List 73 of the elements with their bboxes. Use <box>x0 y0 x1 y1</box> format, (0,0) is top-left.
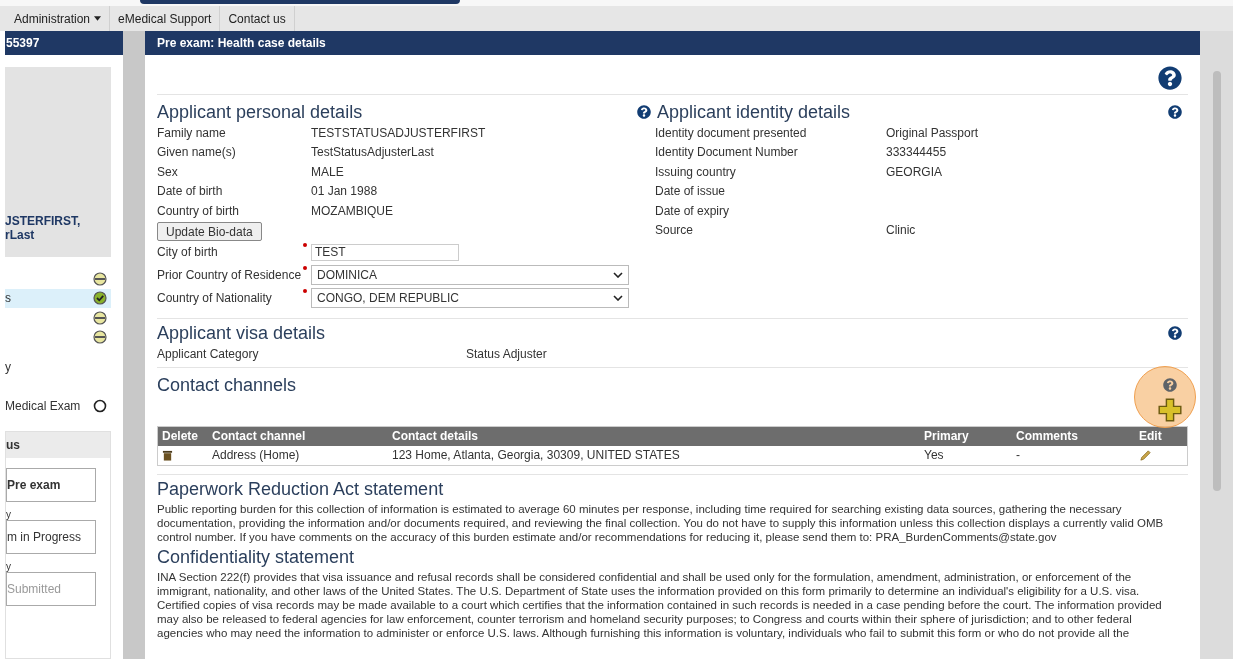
field-value: Original Passport <box>886 124 979 142</box>
column-header: Primary <box>923 428 970 445</box>
column-header: Contact details <box>391 428 479 445</box>
section-heading: Paperwork Reduction Act statement <box>157 477 445 500</box>
step-item[interactable]: y <box>5 347 111 386</box>
case-header: 55397 <box>5 31 123 55</box>
field-value: TestStatusAdjusterLast <box>311 144 434 162</box>
paperwork-statement: Public reporting burden for this collection of information is estimated to average 60 minutes per response, including time required for searching existing data sources, gathering the necessary documentation, providing the information and/or documents required, and reviewing the final collection. You do not have to supply this information unless this collection displays a currently valid OMB control number. If you have comments on the accuracy of this burden estimate and/or recommendations for reducing it, please send them to: PRA_BurdenComments@state.gov <box>157 501 1165 544</box>
field-value: TESTSTATUSADJUSTERFIRST <box>311 124 486 142</box>
status-header: us <box>6 432 110 458</box>
stage-box: Submitted <box>6 572 96 606</box>
section-heading: Applicant identity details <box>657 101 851 123</box>
section-heading: Applicant personal details <box>157 101 363 123</box>
city-input[interactable]: TEST <box>311 243 459 261</box>
column-header: Edit <box>1138 428 1163 445</box>
field-label: Sex <box>157 163 179 181</box>
help-icon[interactable] <box>1168 105 1182 119</box>
field-value: 01 Jan 1988 <box>311 183 378 201</box>
field-label: Date of issue <box>655 183 727 201</box>
pencil-icon[interactable] <box>1139 448 1152 462</box>
add-icon[interactable] <box>1158 397 1182 422</box>
required-mark-icon <box>303 265 307 270</box>
step-item[interactable]: s <box>5 288 111 308</box>
applicant-name: JSTERFIRST, rLast <box>5 214 82 242</box>
required-mark-icon <box>303 288 307 293</box>
help-icon[interactable] <box>637 105 651 119</box>
field-label: Prior Country of Residence <box>157 267 303 284</box>
column-header: Contact channel <box>211 428 307 445</box>
update-bio-data-button[interactable]: Update Bio-data <box>157 221 262 241</box>
section-heading: Confidentiality statement <box>157 545 356 568</box>
field-label: Given name(s) <box>157 144 237 162</box>
table-cell-text: Address (Home) <box>211 447 301 464</box>
field-label: Identity Document Number <box>655 144 799 162</box>
panel-title: Pre exam: Health case details <box>145 31 1200 55</box>
field-value: GEORGIA <box>886 163 942 181</box>
column-header: Delete <box>161 428 200 445</box>
confidentiality-statement: INA Section 222(f) provides that visa issuance and refusal records shall be considered confidential and shall be used only for the formulation, amendment, administration, or enforcement of the immigrant, nationality, and other laws of the United States. The U.S. Department of State uses the information provided on this form primarily to determine an individual's eligibility for a U.S. visa. Certified copies of visa records may be made available to a court which certifies that the information contained in such records is needed in a case pending before the court. The information provided may also be released to federal agencies for law enforcement, counter terrorism and homeland security purposes; to Congress and courts within their sphere of jurisdiction; and to other federal agencies who may need the information to administer or enforce U.S. laws. Although furnishing this information is voluntary, individuals who fail to submit this form or who do not provide all the <box>157 569 1163 640</box>
country-select[interactable]: DOMINICA <box>311 265 629 285</box>
field-value: MALE <box>311 163 344 181</box>
field-label: Issuing country <box>655 163 737 181</box>
caret-icon <box>94 16 102 21</box>
stage-caption: y <box>6 510 12 520</box>
field-value: 333344455 <box>886 144 947 162</box>
section-heading: Applicant visa details <box>157 321 326 344</box>
stage-box: Pre exam <box>6 468 96 502</box>
table-cell-text: Yes <box>923 447 945 464</box>
scrollbar-thumb[interactable] <box>1212 71 1221 491</box>
field-label: Country of birth <box>157 202 241 220</box>
field-label: Family name <box>157 124 227 142</box>
table-cell-text: 123 Home, Atlanta, Georgia, 30309, UNITED STATES <box>391 447 681 464</box>
field-label: Applicant Category <box>157 345 260 363</box>
field-label: Date of expiry <box>655 202 731 220</box>
trash-icon[interactable] <box>162 449 173 461</box>
column-header: Comments <box>1015 428 1079 445</box>
table-cell-text: - <box>1015 447 1021 464</box>
field-label: Country of Nationality <box>157 290 273 307</box>
required-mark-icon <box>303 242 307 247</box>
help-icon[interactable] <box>1168 325 1182 340</box>
field-label: Date of birth <box>157 183 224 201</box>
chevron-down-icon <box>613 272 623 278</box>
field-value: Status Adjuster <box>466 345 547 363</box>
field-value: MOZAMBIQUE <box>311 202 393 220</box>
country-select[interactable]: CONGO, DEM REPUBLIC <box>311 288 629 308</box>
stage-caption: y <box>6 562 12 572</box>
field-value: Clinic <box>886 222 916 240</box>
section-heading: Contact channels <box>157 373 297 396</box>
field-label: Identity document presented <box>655 124 808 142</box>
step-item[interactable]: Medical Exam <box>5 386 111 425</box>
field-label: Source <box>655 222 695 240</box>
chevron-down-icon <box>613 295 623 301</box>
help-icon[interactable] <box>1158 66 1182 90</box>
field-label: City of birth <box>157 244 219 261</box>
stage-box: m in Progress <box>6 520 96 554</box>
